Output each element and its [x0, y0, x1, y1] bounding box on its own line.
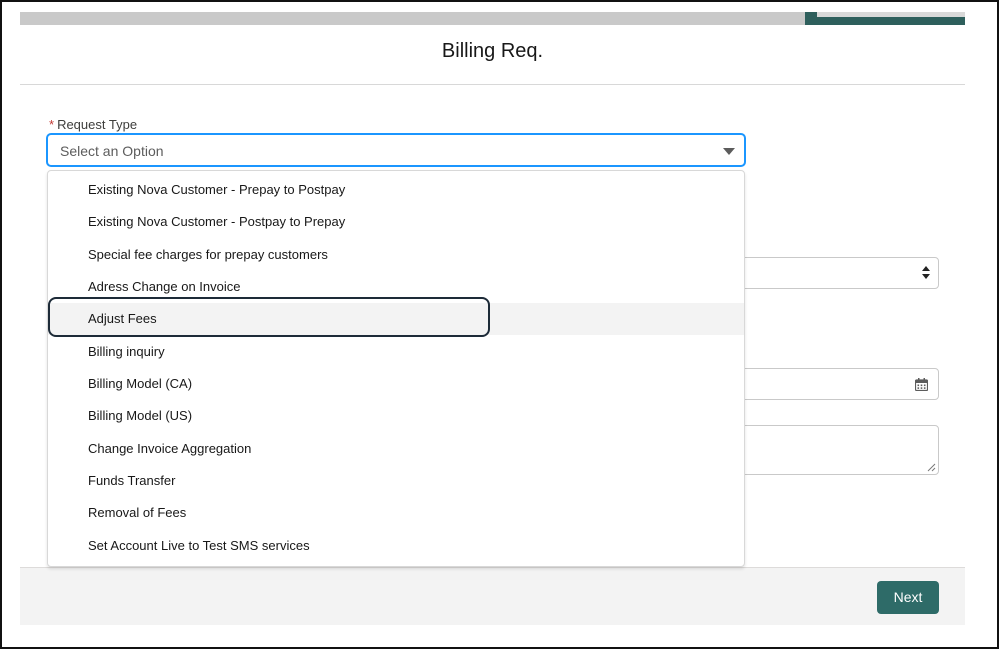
option-7[interactable]: Billing Model (US) — [48, 400, 744, 432]
option-0[interactable]: Existing Nova Customer - Prepay to Postp… — [48, 174, 744, 206]
option-4[interactable]: Adjust Fees — [48, 303, 744, 335]
divider — [20, 84, 965, 85]
option-11[interactable]: Set Account Live to Test SMS services — [48, 530, 744, 562]
option-8[interactable]: Change Invoice Aggregation — [48, 433, 744, 465]
request-type-label-text: Request Type — [57, 117, 138, 132]
option-5[interactable]: Billing inquiry — [48, 336, 744, 368]
top-bar-accent — [805, 12, 965, 25]
option-2[interactable]: Special fee charges for prepay customers — [48, 239, 744, 271]
required-marker: * — [49, 117, 55, 132]
resize-grip-icon[interactable] — [927, 463, 936, 472]
option-6[interactable]: Billing Model (CA) — [48, 368, 744, 400]
modal-footer — [20, 567, 965, 625]
request-type-dropdown: Existing Nova Customer - Prepay to Postp… — [47, 170, 745, 567]
option-9[interactable]: Funds Transfer — [48, 465, 744, 497]
next-button[interactable]: Next — [877, 581, 939, 614]
option-10[interactable]: Removal of Fees — [48, 497, 744, 529]
option-1[interactable]: Existing Nova Customer - Postpay to Prep… — [48, 206, 744, 238]
up-down-arrows-icon — [922, 266, 930, 280]
option-3[interactable]: Adress Change on Invoice — [48, 271, 744, 303]
request-type-placeholder: Select an Option — [60, 143, 164, 159]
calendar-icon[interactable] — [915, 378, 928, 391]
modal-title: Billing Req. — [441, 40, 544, 62]
request-type-combobox[interactable]: Select an Option — [47, 134, 745, 166]
chevron-down-icon[interactable] — [723, 148, 735, 155]
request-type-label: * Request Type — [49, 117, 137, 132]
